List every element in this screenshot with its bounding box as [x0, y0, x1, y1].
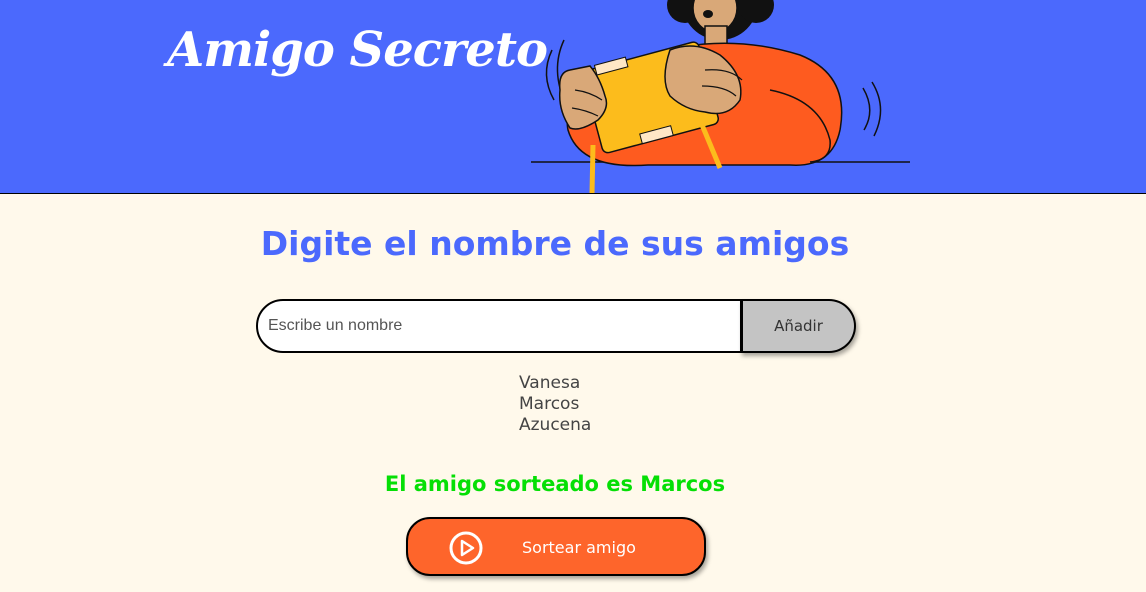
- draw-friend-button[interactable]: Sortear amigo: [406, 517, 706, 576]
- section-title: Digite el nombre de sus amigos: [260, 224, 850, 263]
- app-title: Amigo Secreto: [167, 22, 548, 78]
- name-input-group: Añadir: [256, 299, 856, 353]
- person-holding-box-illustration: [531, 0, 910, 193]
- add-button[interactable]: Añadir: [740, 299, 856, 353]
- friends-list: Vanesa Marcos Azucena: [519, 373, 591, 436]
- header-banner: Amigo Secreto: [0, 0, 1146, 194]
- friend-list-item: Azucena: [519, 415, 592, 435]
- name-input[interactable]: [256, 299, 746, 353]
- play-circle-icon: [449, 531, 483, 565]
- friend-list-item: Marcos: [519, 394, 580, 414]
- draw-result-text: El amigo sorteado es Marcos: [384, 472, 726, 496]
- draw-button-label: Sortear amigo: [522, 538, 636, 557]
- friend-list-item: Vanesa: [519, 373, 581, 393]
